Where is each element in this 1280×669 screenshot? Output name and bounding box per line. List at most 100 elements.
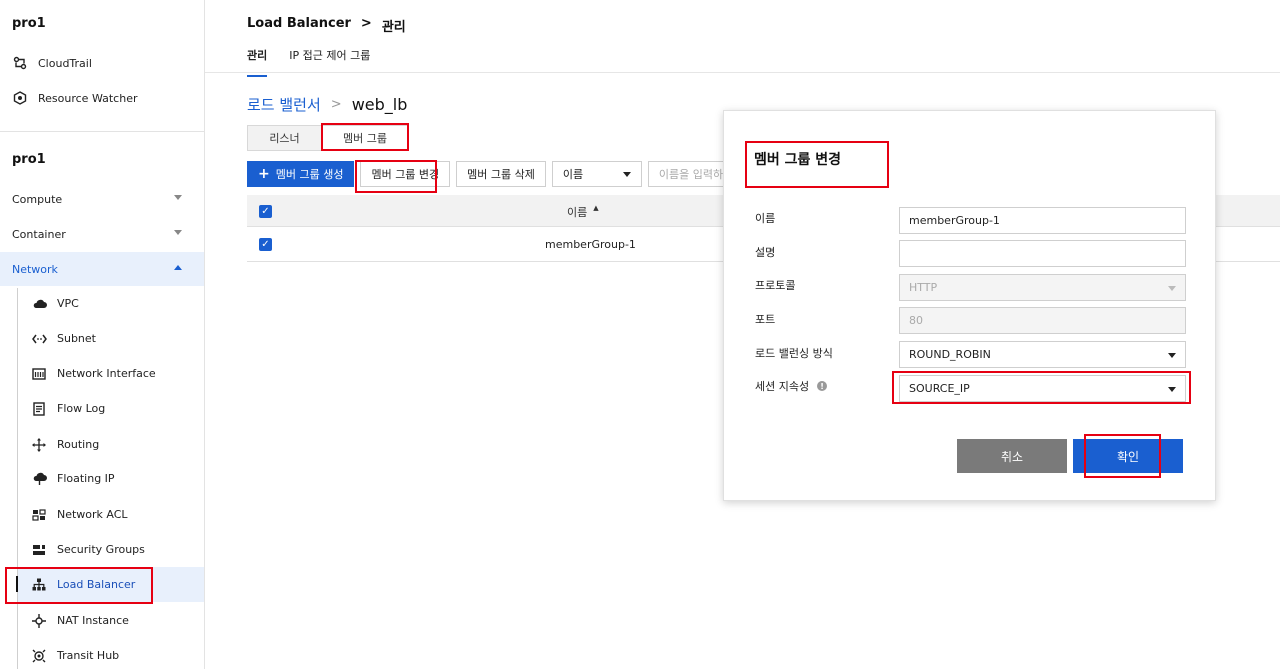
column-header-label: 이름 [567, 206, 588, 219]
sidebar-item-nat-instance[interactable]: NAT Instance [18, 603, 204, 638]
label-description: 설명 [755, 246, 776, 259]
breadcrumb-current: 관리 [381, 20, 406, 35]
tab-member-group[interactable]: 멤버 그룹 [322, 125, 408, 151]
protocol-select: HTTP [899, 274, 1186, 301]
sidebar-item-label: Network Interface [57, 367, 156, 380]
sidebar-item-floating-ip[interactable]: Floating IP [18, 461, 204, 496]
label-port: 포트 [755, 313, 776, 326]
sidebar-item-vpc[interactable]: VPC [18, 286, 204, 321]
sidebar-item-routing[interactable]: Routing [18, 427, 204, 462]
network-acl-icon [31, 507, 47, 523]
cloudtrail-icon [12, 55, 28, 71]
routing-icon [31, 437, 47, 453]
select-value: 이름 [562, 168, 584, 181]
port-field: 80 [899, 307, 1186, 334]
chevron-down-icon [1168, 286, 1176, 291]
sidebar-item-security-groups[interactable]: Security Groups [18, 532, 204, 567]
sidebar-item-load-balancer[interactable]: Load Balancer [16, 567, 204, 602]
sidebar-item-label: Network ACL [57, 508, 128, 521]
sidebar-item-label: Routing [57, 438, 100, 451]
chevron-down-icon [174, 230, 182, 235]
chevron-down-icon [174, 195, 182, 200]
project-name: pro1 [12, 152, 46, 167]
sidebar-item-subnet[interactable]: Subnet [18, 321, 204, 356]
lb-breadcrumb-current: web_lb [351, 95, 408, 114]
lb-breadcrumb: 로드 밸런서 > web_lb [247, 94, 407, 115]
security-groups-icon [31, 542, 47, 558]
sidebar-item-resource-watcher[interactable]: Resource Watcher [12, 90, 137, 106]
sidebar-category-container[interactable]: Container [0, 217, 204, 251]
sidebar-item-network-acl[interactable]: Network ACL [18, 497, 204, 532]
select-all-checkbox[interactable]: ✓ [259, 205, 272, 218]
sidebar-item-label: VPC [57, 297, 79, 310]
sidebar-item-transit-hub[interactable]: Transit Hub [18, 638, 204, 669]
sidebar-category-network[interactable]: Network [0, 252, 204, 286]
lb-breadcrumb-parent[interactable]: 로드 밸런서 [247, 94, 321, 115]
divider [205, 72, 1280, 73]
cancel-button[interactable]: 취소 [957, 439, 1067, 473]
check-icon: ✓ [261, 205, 270, 217]
sidebar-item-label: CloudTrail [38, 56, 92, 70]
chevron-down-icon [1168, 353, 1176, 358]
category-label: Container [12, 227, 66, 241]
project-name-top: pro1 [12, 16, 46, 31]
row-checkbox[interactable]: ✓ [259, 238, 272, 251]
chevron-down-icon [622, 172, 631, 177]
description-field[interactable] [899, 240, 1186, 267]
select-value: SOURCE_IP [909, 382, 970, 395]
sidebar-divider [0, 131, 204, 132]
session-persistence-select[interactable]: SOURCE_IP [899, 375, 1186, 402]
category-label: Network [12, 262, 58, 276]
check-icon: ✓ [261, 238, 270, 250]
sort-asc-icon: ▲ [593, 204, 599, 212]
sidebar-category-compute[interactable]: Compute [0, 182, 204, 216]
dialog-title: 멤버 그룹 변경 [754, 152, 842, 168]
cell-name: memberGroup-1 [545, 238, 636, 251]
breadcrumb: Load Balancer > 관리 [247, 16, 406, 35]
sidebar-item-label: Resource Watcher [38, 91, 138, 105]
button-label: 멤버 그룹 생성 [275, 168, 344, 181]
info-icon[interactable]: ! [817, 381, 828, 391]
network-interface-icon [31, 366, 47, 382]
edit-member-group-dialog: 멤버 그룹 변경 이름 memberGroup-1 설명 프로토콜 HTTP 포… [723, 110, 1216, 501]
sidebar-item-cloudtrail[interactable]: CloudTrail [12, 55, 92, 71]
label-lb-method: 로드 밸런싱 방식 [755, 347, 833, 360]
category-label: Compute [12, 192, 63, 206]
label-name: 이름 [755, 212, 776, 225]
edit-member-group-button[interactable]: 멤버 그룹 변경 [360, 161, 451, 187]
floating-ip-icon [31, 471, 47, 487]
sidebar-item-label: NAT Instance [57, 614, 129, 627]
sidebar-item-label: Floating IP [57, 472, 115, 485]
select-value: HTTP [909, 281, 938, 294]
sidebar-item-flow-log[interactable]: Flow Log [18, 391, 204, 426]
plus-icon: + [258, 166, 270, 182]
sidebar-item-label: Transit Hub [57, 649, 120, 662]
chevron-up-icon [174, 265, 182, 270]
confirm-button[interactable]: 확인 [1073, 439, 1183, 473]
sidebar-item-label: Load Balancer [57, 578, 136, 591]
transit-hub-icon [31, 648, 47, 664]
sidebar: pro1 CloudTrail Resource Watcher pro1 Co… [0, 0, 205, 669]
subnet-icon [31, 331, 47, 347]
create-member-group-button[interactable]: + 멤버 그룹 생성 [247, 161, 355, 187]
sidebar-item-network-interface[interactable]: Network Interface [18, 356, 204, 391]
sidebar-item-label: Flow Log [57, 402, 106, 415]
toolbar: + 멤버 그룹 생성 멤버 그룹 변경 멤버 그룹 삭제 이름 이름을 입력하세… [247, 161, 748, 187]
label-session-persistence: 세션 지속성 ! [755, 378, 828, 394]
detail-tabs: 리스너 멤버 그룹 [247, 125, 408, 151]
delete-member-group-button[interactable]: 멤버 그룹 삭제 [456, 161, 546, 187]
label-protocol: 프로토콜 [755, 279, 796, 292]
search-field-select[interactable]: 이름 [551, 161, 642, 187]
label-text: 세션 지속성 [755, 380, 810, 393]
chevron-right-icon: > [330, 97, 342, 112]
select-value: ROUND_ROBIN [909, 348, 991, 361]
tab-listener[interactable]: 리스너 [247, 125, 322, 151]
column-header-name[interactable]: 이름 ▲ [567, 204, 599, 220]
load-balancer-icon [31, 577, 47, 593]
breadcrumb-service[interactable]: Load Balancer [247, 16, 351, 35]
nat-instance-icon [31, 613, 47, 629]
sidebar-item-label: Security Groups [57, 543, 145, 556]
breadcrumb-separator: > [360, 16, 372, 31]
lb-method-select[interactable]: ROUND_ROBIN [899, 341, 1186, 368]
name-field[interactable]: memberGroup-1 [899, 207, 1186, 234]
